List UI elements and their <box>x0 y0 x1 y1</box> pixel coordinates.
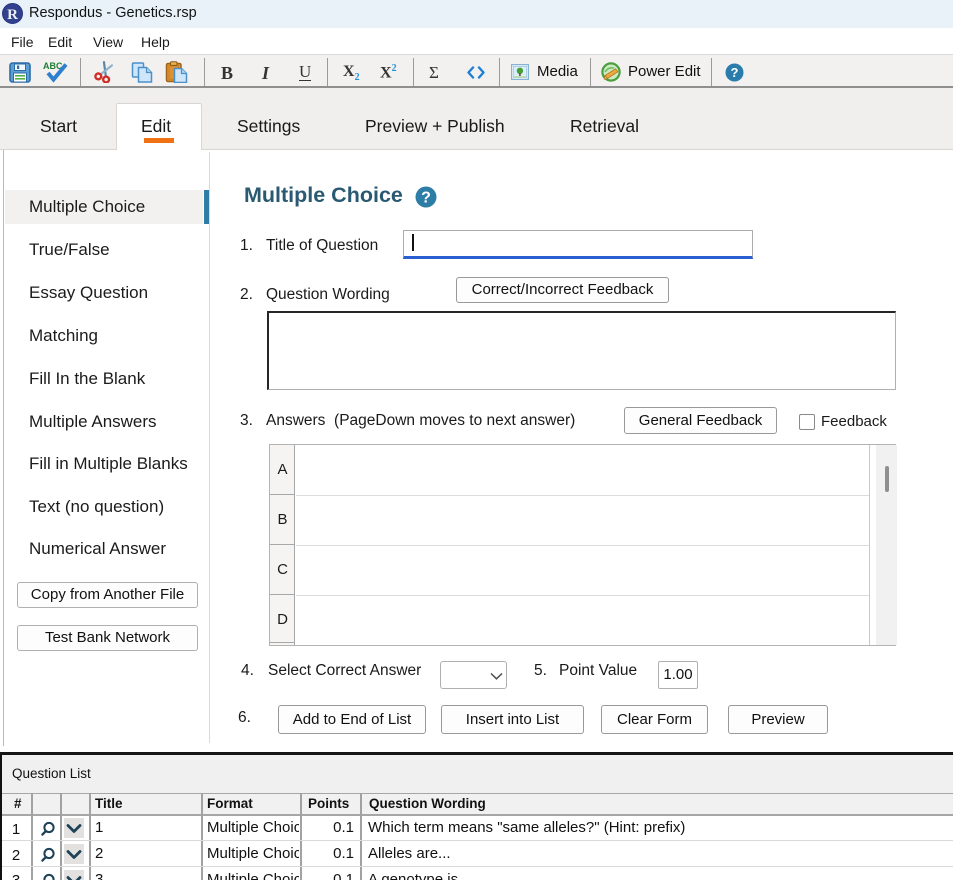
svg-text:?: ? <box>731 65 739 80</box>
svg-text:?: ? <box>421 190 431 207</box>
svg-text:R: R <box>7 7 18 23</box>
